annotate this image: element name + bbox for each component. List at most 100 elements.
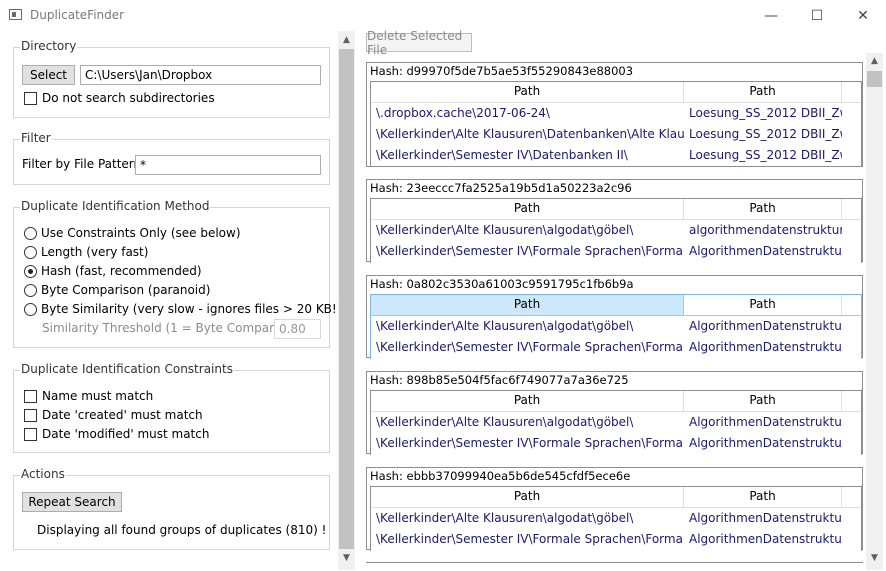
row-path-cell: \Kellerkinder\Semester IV\Formale Sprach… (376, 340, 684, 354)
grid-header: Path Path (371, 487, 861, 508)
path-column-header[interactable]: Path (684, 199, 842, 219)
filter-group-title: Filter (20, 131, 52, 145)
no-subdirectories-checkbox[interactable] (24, 92, 37, 105)
row-path-cell: \Kellerkinder\Alte Klausuren\algodat\göb… (376, 511, 634, 525)
method-byte-similarity-label: Byte Similarity (very slow - ignores fil… (41, 302, 342, 316)
window-title: DuplicateFinder (30, 8, 125, 22)
directory-path-input[interactable]: C:\Users\Jan\Dropbox (80, 65, 321, 85)
duplicate-group: Hash: 23eeccc7fa2525a19b5d1a50223a2c96 P… (366, 179, 863, 263)
grid-header: Path Path (371, 295, 861, 316)
row-name-cell: AlgorithmenDatenstrukture (689, 532, 842, 546)
table-row[interactable]: \Kellerkinder\Semester IV\Formale Sprach… (371, 337, 861, 358)
method-byte-comparison-radio[interactable] (24, 284, 37, 297)
method-group-title: Duplicate Identification Method (20, 199, 211, 213)
table-row[interactable]: \Kellerkinder\Alte Klausuren\Datenbanken… (371, 124, 861, 145)
results-scroll-up-icon[interactable]: ▲ (866, 56, 883, 66)
app-icon (9, 9, 22, 20)
actions-group: Actions Repeat Search Displaying all fou… (13, 467, 330, 550)
constraints-group-title: Duplicate Identification Constraints (20, 362, 234, 376)
method-byte-similarity-radio[interactable] (24, 303, 37, 316)
path-column-header[interactable]: Path (371, 199, 684, 219)
table-row[interactable]: \Kellerkinder\Semester IV\Formale Sprach… (371, 433, 861, 454)
hash-label: Hash: 898b85e504f5fac6f749077a7a36e725 (370, 373, 629, 387)
directory-group-title: Directory (20, 39, 78, 53)
name-must-match-checkbox[interactable] (24, 390, 37, 403)
repeat-search-button[interactable]: Repeat Search (22, 492, 122, 512)
method-byte-comparison-label: Byte Comparison (paranoid) (41, 283, 211, 297)
row-name-cell: Loesung_SS_2012 DBII_Zwe (689, 106, 842, 120)
row-path-cell: \Kellerkinder\Semester IV\Formale Sprach… (376, 244, 684, 258)
directory-group: Directory Select C:\Users\Jan\Dropbox Do… (13, 39, 330, 118)
constraints-group: Duplicate Identification Constraints Nam… (13, 362, 330, 453)
row-name-cell: Loesung_SS_2012 DBII_Zwe (689, 148, 842, 162)
date-created-match-checkbox[interactable] (24, 409, 37, 422)
date-created-match-label: Date 'created' must match (42, 408, 203, 422)
filter-group: Filter Filter by File Pattern: * (13, 131, 330, 185)
similarity-threshold-input[interactable]: 0.80 (274, 319, 321, 339)
row-path-cell: \Kellerkinder\Semester IV\Datenbanken II… (376, 148, 628, 162)
duplicate-group: Hash: 898b85e504f5fac6f749077a7a36e725 P… (366, 371, 863, 455)
table-row[interactable]: \Kellerkinder\Alte Klausuren\algodat\göb… (371, 412, 861, 433)
date-modified-match-checkbox[interactable] (24, 428, 37, 441)
table-row[interactable]: \Kellerkinder\Semester IV\Datenbanken II… (371, 145, 861, 166)
delete-selected-file-button[interactable]: Delete Selected File (366, 29, 472, 57)
settings-panel: Directory Select C:\Users\Jan\Dropbox Do… (0, 31, 342, 570)
path-column-header[interactable]: Path (371, 82, 684, 102)
row-name-cell: Loesung_SS_2012 DBII_Zwe (689, 127, 842, 141)
row-name-cell: AlgorithmenDatenstrukture (689, 415, 842, 429)
grid-header: Path Path (371, 199, 861, 220)
results-scrollbar[interactable]: ▲ ▼ (866, 53, 883, 570)
similarity-threshold-label: Similarity Threshold (1 = Byte Compariso… (42, 321, 308, 335)
table-row[interactable]: \Kellerkinder\Semester IV\Formale Sprach… (371, 241, 861, 262)
duplicate-group: Hash: 0a802c3530a61003c9591795c1fb6b9a P… (366, 275, 863, 359)
row-name-cell: AlgorithmenDatenstrukture (689, 319, 842, 333)
row-path-cell: \Kellerkinder\Alte Klausuren\Datenbanken… (376, 127, 684, 141)
path-column-header[interactable]: Path (684, 295, 842, 315)
minimize-button[interactable]: — (748, 0, 794, 31)
duplicate-grid[interactable]: Path Path \Kellerkinder\Alte Klausuren\a… (370, 198, 862, 263)
table-row[interactable]: \Kellerkinder\Alte Klausuren\algodat\göb… (371, 316, 861, 337)
table-row[interactable]: \Kellerkinder\Alte Klausuren\algodat\göb… (371, 508, 861, 529)
hash-label: Hash: 23eeccc7fa2525a19b5d1a50223a2c96 (370, 181, 632, 195)
row-path-cell: \Kellerkinder\Alte Klausuren\algodat\göb… (376, 415, 634, 429)
title-bar: DuplicateFinder — ☐ ✕ (0, 0, 886, 31)
duplicate-grid[interactable]: Path Path \Kellerkinder\Alte Klausuren\a… (370, 486, 862, 551)
duplicate-grid[interactable]: Path Path \Kellerkinder\Alte Klausuren\a… (370, 390, 862, 455)
results-scrollbar-thumb[interactable] (867, 71, 882, 87)
path-column-header[interactable]: Path (371, 487, 684, 507)
duplicate-grid[interactable]: Path Path \Kellerkinder\Alte Klausuren\a… (370, 294, 862, 359)
table-row[interactable]: \Kellerkinder\Alte Klausuren\algodat\göb… (371, 220, 861, 241)
path-column-header[interactable]: Path (684, 487, 842, 507)
row-name-cell: AlgorithmenDatenstrukture (689, 244, 842, 258)
table-row[interactable]: \Kellerkinder\Semester IV\Formale Sprach… (371, 529, 861, 550)
hash-label: Hash: ebbb37099940ea5b6de545cfdf5ece6e (370, 469, 631, 483)
status-text: Displaying all found groups of duplicate… (37, 523, 327, 537)
close-button[interactable]: ✕ (840, 0, 886, 31)
path-column-header[interactable]: Path (684, 391, 842, 411)
method-length-label: Length (very fast) (41, 245, 149, 259)
grid-header: Path Path (371, 82, 861, 103)
path-column-header[interactable]: Path (684, 82, 842, 102)
method-constraints-radio[interactable] (24, 227, 37, 240)
row-name-cell: AlgorithmenDatenstrukture (689, 340, 842, 354)
scroll-up-icon[interactable]: ▲ (338, 35, 355, 45)
file-pattern-input[interactable]: * (135, 155, 321, 175)
duplicate-grid[interactable]: Path Path \.dropbox.cache\2017-06-24\ Lo… (370, 81, 862, 166)
row-path-cell: \Kellerkinder\Alte Klausuren\algodat\göb… (376, 319, 634, 333)
method-hash-radio[interactable] (24, 265, 37, 278)
path-column-header[interactable]: Path (371, 391, 684, 411)
row-path-cell: \Kellerkinder\Semester IV\Formale Sprach… (376, 436, 684, 450)
row-name-cell: AlgorithmenDatenstrukture (689, 436, 842, 450)
maximize-button[interactable]: ☐ (794, 0, 840, 31)
file-pattern-label: Filter by File Pattern: (22, 157, 146, 171)
method-length-radio[interactable] (24, 246, 37, 259)
row-name-cell: AlgorithmenDatenstrukture (689, 511, 842, 525)
scroll-down-icon[interactable]: ▼ (338, 553, 355, 563)
path-column-header[interactable]: Path (371, 295, 684, 315)
settings-scrollbar-thumb[interactable] (339, 49, 354, 549)
table-row[interactable]: \.dropbox.cache\2017-06-24\ Loesung_SS_2… (371, 103, 861, 124)
select-directory-button[interactable]: Select (22, 65, 75, 85)
grid-header: Path Path (371, 391, 861, 412)
duplicate-group: Hash: ebbb37099940ea5b6de545cfdf5ece6e P… (366, 467, 863, 551)
results-scroll-down-icon[interactable]: ▼ (866, 553, 883, 563)
